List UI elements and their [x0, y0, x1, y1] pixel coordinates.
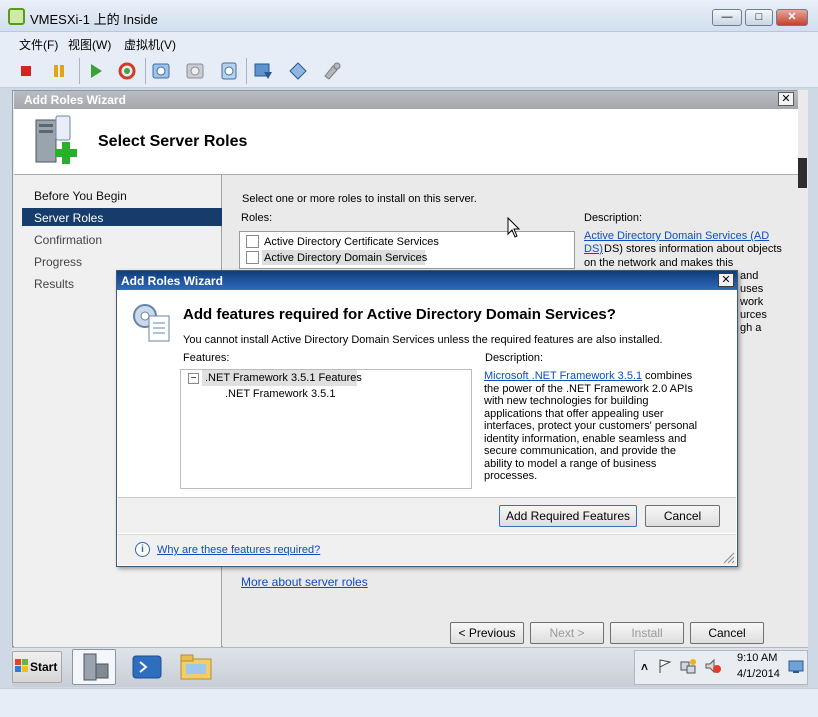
powershell-icon[interactable]: [130, 651, 164, 683]
scrollbar-thumb[interactable]: [798, 158, 807, 188]
role-description-fragment: gh a: [740, 322, 762, 334]
dialog-description-line: with new technologies for building: [484, 395, 649, 407]
dialog-cancel-button[interactable]: Cancel: [645, 505, 720, 527]
more-about-server-roles-link[interactable]: More about server roles: [241, 575, 368, 589]
roles-instruction: Select one or more roles to install on t…: [242, 193, 477, 205]
explorer-folder-icon[interactable]: [178, 651, 214, 683]
tray-expand-arrow[interactable]: ˄: [641, 660, 648, 674]
wizard-titlebar: [14, 91, 798, 109]
vm-icon: [8, 8, 25, 25]
dialog-description-line: processes.: [484, 470, 538, 482]
dialog-description-label: Description:: [485, 352, 544, 364]
start-label: Start: [30, 660, 58, 674]
nav-item-confirmation: Confirmation: [34, 233, 103, 247]
host-window-title: VMESXi-1 上的 Inside: [30, 12, 158, 27]
role-description-line: on the network and makes this: [584, 257, 734, 269]
why-features-required-link[interactable]: Why are these features required?: [157, 544, 320, 556]
dialog-heading: Add features required for Active Directo…: [183, 306, 616, 323]
dialog-description-line: interfaces, protect your customers' pers…: [484, 420, 698, 432]
snapshot-manager-icon[interactable]: [218, 60, 240, 82]
add-required-features-button[interactable]: Add Required Features: [499, 505, 637, 527]
info-icon: i: [135, 542, 150, 557]
role-label[interactable]: Active Directory Certificate Services: [264, 236, 439, 248]
network-icon[interactable]: [680, 658, 696, 674]
console-icon[interactable]: [252, 60, 274, 82]
volume-muted-icon[interactable]: [704, 658, 722, 674]
role-description-fragment: urces: [740, 309, 767, 321]
play-icon[interactable]: [84, 60, 106, 82]
connect-device-icon[interactable]: [287, 60, 309, 82]
clock-date[interactable]: 4/1/2014: [737, 668, 780, 680]
role-label[interactable]: Active Directory Domain Services: [264, 252, 427, 264]
windows-logo-icon: [15, 659, 29, 673]
show-desktop-icon[interactable]: [788, 660, 804, 674]
role-description-fragment: and: [740, 270, 759, 282]
dialog-description-line: ability to model a range of business: [484, 458, 657, 470]
action-center-flag-icon[interactable]: [657, 658, 673, 674]
tree-item-net-framework[interactable]: .NET Framework 3.5.1: [225, 388, 335, 400]
snapshot-icon[interactable]: [150, 60, 172, 82]
features-gear-icon: [129, 298, 175, 344]
wizard-cancel-button[interactable]: Cancel: [690, 622, 764, 644]
stop-icon[interactable]: [15, 60, 37, 82]
dialog-description-line: identity information, enable seamless an…: [484, 433, 687, 445]
dialog-description-line: combines: [645, 370, 693, 382]
role-checkbox[interactable]: [246, 235, 259, 248]
previous-button[interactable]: < Previous: [450, 622, 524, 644]
role-description-fragment: uses: [740, 283, 764, 295]
role-description-line: DS) stores information about objects: [604, 243, 782, 255]
toolbar-separator: [246, 58, 247, 84]
revert-snapshot-icon[interactable]: [184, 60, 206, 82]
reset-icon[interactable]: [116, 60, 138, 82]
dialog-description-line: secure communication, and provide the: [484, 445, 676, 457]
description-label: Description:: [584, 212, 643, 224]
host-close-button[interactable]: ✕: [776, 9, 808, 26]
dialog-button-bar: [118, 497, 736, 533]
dialog-description-line: applications that offer appealing user: [484, 408, 664, 420]
nav-item-before-you-begin[interactable]: Before You Begin: [34, 189, 127, 203]
wizard-title: Add Roles Wizard: [24, 93, 126, 107]
net-framework-link[interactable]: Microsoft .NET Framework 3.5.1: [484, 370, 642, 382]
nav-item-server-roles[interactable]: Server Roles: [34, 211, 103, 225]
toolbar-separator: [79, 58, 80, 84]
dialog-title: Add Roles Wizard: [121, 274, 223, 288]
menu-vm[interactable]: 虚拟机(V): [124, 36, 176, 53]
mouse-pointer-icon: [507, 216, 521, 239]
toolbar-separator: [145, 58, 146, 84]
features-tree[interactable]: [180, 369, 472, 489]
settings-icon[interactable]: [321, 60, 343, 82]
pause-icon[interactable]: [48, 60, 70, 82]
menu-file[interactable]: 文件(F): [19, 36, 58, 53]
nav-item-results: Results: [34, 277, 75, 291]
host-minimize-button[interactable]: —: [712, 9, 742, 26]
role-checkbox[interactable]: [246, 251, 259, 264]
install-button: Install: [610, 622, 684, 644]
menu-view[interactable]: 视图(W): [68, 36, 111, 53]
role-description-fragment: work: [740, 296, 764, 308]
next-button: Next >: [530, 622, 604, 644]
roles-label: Roles:: [241, 212, 273, 224]
wizard-page-title: Select Server Roles: [98, 133, 248, 150]
nav-item-progress: Progress: [34, 255, 83, 269]
clock-time[interactable]: 9:10 AM: [737, 652, 777, 664]
dialog-description-line: the power of the .NET Framework 2.0 APIs: [484, 383, 693, 395]
tree-collapse-icon[interactable]: −: [188, 373, 199, 384]
features-label: Features:: [183, 352, 230, 364]
taskbar-server-manager-button[interactable]: [72, 649, 116, 685]
dialog-subtext: You cannot install Active Directory Doma…: [183, 334, 663, 346]
dialog-close-button[interactable]: ✕: [718, 273, 734, 287]
host-statusbar: [0, 688, 818, 717]
wizard-close-button[interactable]: ✕: [778, 92, 794, 106]
resize-grip-icon[interactable]: [722, 551, 735, 564]
host-menubar: [0, 32, 818, 54]
tree-item-net-framework-features[interactable]: .NET Framework 3.5.1 Features: [205, 372, 362, 384]
host-maximize-button[interactable]: □: [745, 9, 773, 26]
server-roles-icon: [32, 114, 82, 166]
